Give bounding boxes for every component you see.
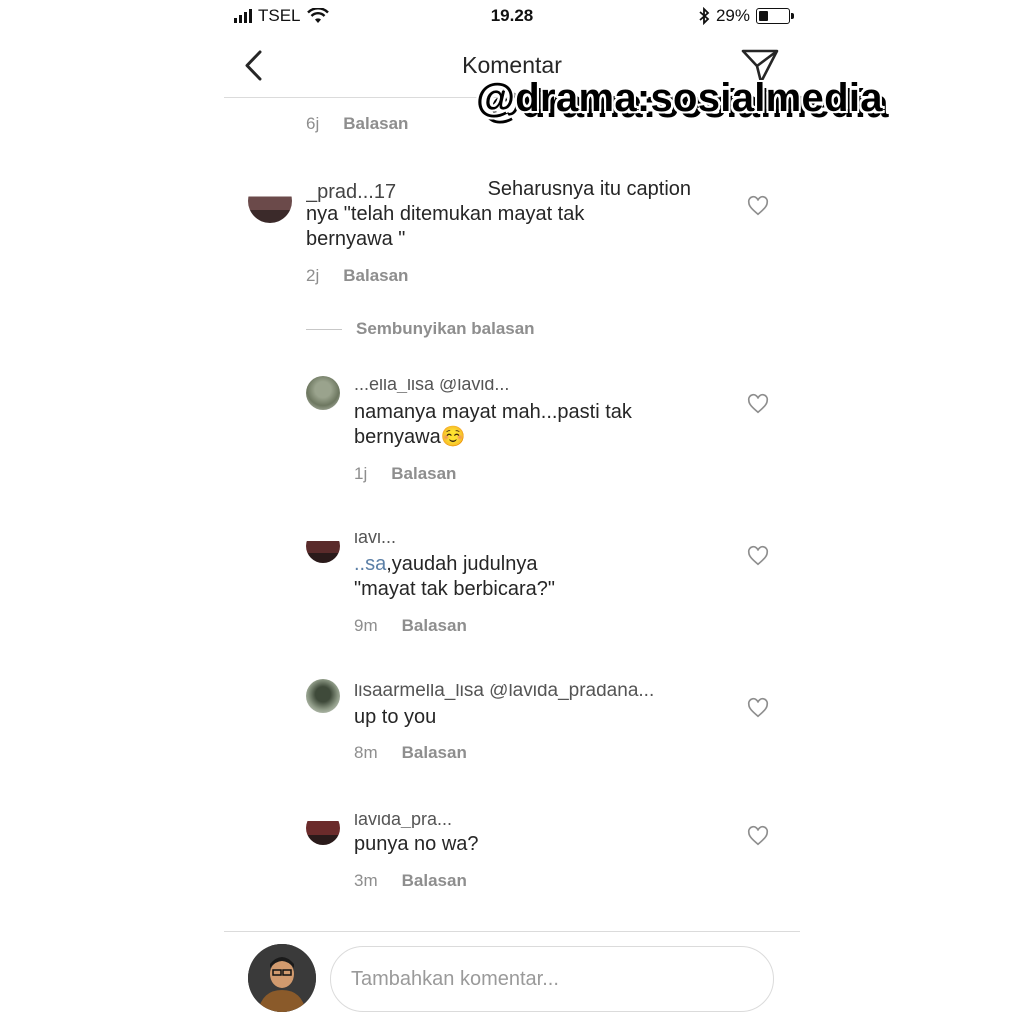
bluetooth-icon <box>699 7 710 25</box>
avatar[interactable] <box>306 529 340 563</box>
avatar[interactable] <box>306 679 340 713</box>
mention-link[interactable]: ..sa <box>354 553 386 575</box>
heart-icon[interactable] <box>747 697 769 719</box>
comment-list: 6j Balasan _prad...17 Seharusnya itu cap… <box>224 99 800 931</box>
comments-screen: TSEL 19.28 29% Komentar 6j Balasan _prad… <box>224 0 800 1024</box>
comment-line: namanya mayat mah...pasti tak <box>354 401 632 423</box>
comment-line: ,yaudah judulnya <box>386 553 538 575</box>
comment-line: Seharusnya itu caption <box>487 178 692 200</box>
comment-body: _prad...17 Seharusnya itu caption nya "t… <box>306 177 726 252</box>
reply-body: ..sa,yaudah judulnya "mayat tak berbicar… <box>354 552 734 602</box>
reply-time: 1j <box>354 464 368 483</box>
comment-line: "mayat tak berbicara?" <box>354 578 555 600</box>
reply-meta: 3m Balasan <box>354 871 467 891</box>
reply-button[interactable]: Balasan <box>402 743 467 763</box>
hide-replies-label: Sembunyikan balasan <box>356 319 535 338</box>
heart-icon[interactable] <box>747 393 769 415</box>
comment-time: 6j <box>306 114 320 133</box>
battery-percent: 29% <box>715 6 750 25</box>
page-title: Komentar <box>462 52 562 78</box>
comment-meta: 6j Balasan <box>306 114 408 134</box>
reply-username[interactable]: lavi... <box>354 533 474 545</box>
comment-username[interactable]: _prad...17 <box>306 180 482 202</box>
reply-username[interactable]: ...ella_lisa @lavid... <box>354 379 694 393</box>
comment-time: 2j <box>306 266 320 285</box>
reply-body: up to you <box>354 705 734 730</box>
reply-username[interactable]: lisaarmella_lisa @lavida_pradana... <box>354 684 724 700</box>
divider <box>306 328 342 330</box>
reply-username[interactable]: lavida_pra... <box>354 814 474 828</box>
comment-line: nya "telah ditemukan mayat tak <box>306 203 585 225</box>
avatar[interactable] <box>306 376 340 410</box>
comment-line: bernyawa☺️ <box>354 426 466 448</box>
avatar-photo <box>248 944 316 1012</box>
reply-time: 8m <box>354 743 378 762</box>
reply-time: 3m <box>354 871 378 890</box>
reply-body: namanya mayat mah...pasti tak bernyawa☺️ <box>354 400 714 450</box>
reply-button[interactable]: Balasan <box>402 871 467 891</box>
comment-composer <box>224 931 800 1024</box>
reply-time: 9m <box>354 616 378 635</box>
hide-replies-button[interactable]: Sembunyikan balasan <box>306 319 535 339</box>
comment-input[interactable] <box>330 946 774 1012</box>
reply-body: punya no wa? <box>354 832 734 857</box>
heart-icon[interactable] <box>747 545 769 567</box>
reply-button[interactable]: Balasan <box>343 114 408 134</box>
reply-button[interactable]: Balasan <box>391 464 456 484</box>
comment-line: punya no wa? <box>354 833 479 855</box>
avatar[interactable] <box>306 811 340 845</box>
comment-line: bernyawa " <box>306 228 406 250</box>
heart-icon[interactable] <box>747 825 769 847</box>
user-avatar <box>248 944 316 1012</box>
reply-meta: 1j Balasan <box>354 464 456 484</box>
reply-button[interactable]: Balasan <box>343 266 408 286</box>
reply-meta: 9m Balasan <box>354 616 467 636</box>
reply-meta: 8m Balasan <box>354 743 467 763</box>
comment-line: up to you <box>354 706 437 728</box>
status-right: 29% <box>698 6 794 26</box>
status-bar: TSEL 19.28 29% <box>224 0 800 34</box>
avatar[interactable] <box>248 179 292 223</box>
reply-button[interactable]: Balasan <box>402 616 467 636</box>
heart-icon[interactable] <box>747 195 769 217</box>
battery-icon <box>756 8 794 24</box>
watermark-text: @drama:sosialmedia <box>476 76 883 120</box>
comment-meta: 2j Balasan <box>306 266 408 286</box>
